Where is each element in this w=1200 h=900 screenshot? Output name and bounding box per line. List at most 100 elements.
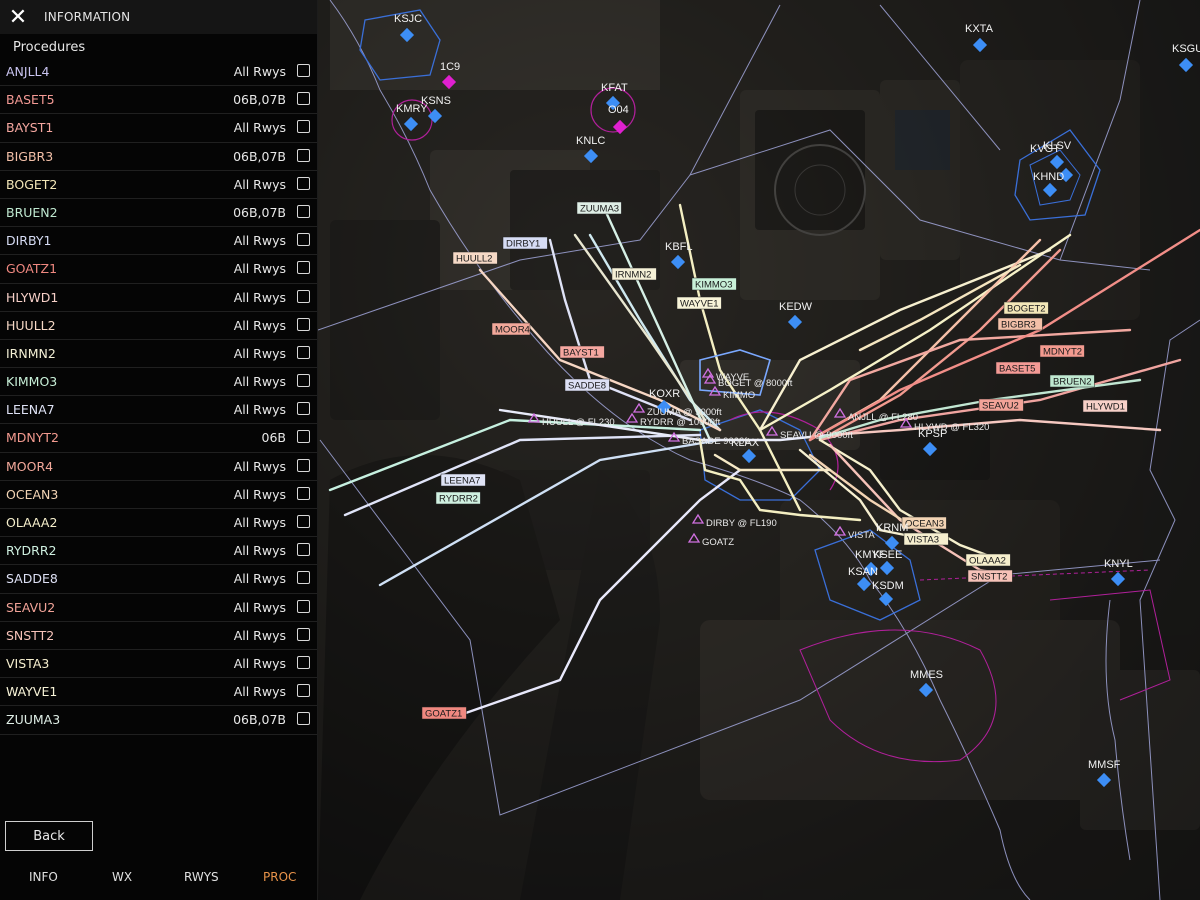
procedure-row[interactable]: BOGET2 All Rwys [0,171,317,199]
procedure-checkbox[interactable] [297,430,310,444]
route-tag[interactable]: MDNYT2 [1039,344,1085,358]
airport-label: KLSV [1043,140,1072,152]
route-tag[interactable]: RYDRR2 [435,491,481,505]
route-tag[interactable]: BIGBR3 [997,317,1043,331]
procedure-checkbox[interactable] [297,204,310,218]
procedure-row[interactable]: MDNYT2 06B [0,424,317,453]
procedure-checkbox[interactable] [297,655,310,669]
procedure-checkbox[interactable] [297,515,310,528]
procedure-checkbox[interactable] [297,120,310,134]
procedure-checkbox[interactable] [297,148,310,162]
route-tag[interactable]: SEAVU2 [978,398,1024,412]
route-tag[interactable]: WAYVE1 [676,296,722,310]
procedure-row[interactable]: RYDRR2 All Rwys [0,537,317,566]
procedure-runways: 06B,07B [233,92,286,108]
procedure-row[interactable]: BIGBR3 06B,07B [0,143,317,171]
procedure-checkbox[interactable] [297,64,310,77]
route-tag[interactable]: LEENA7 [440,473,486,487]
procedure-row[interactable]: WAYVE1 All Rwys [0,678,317,707]
procedure-checkbox[interactable] [297,261,310,275]
route-tag[interactable]: BOGET2 [1003,301,1049,315]
procedure-row[interactable]: HUULL2 All Rwys [0,312,317,340]
route-tag[interactable]: ZUUMA3 [576,201,622,215]
procedure-checkbox[interactable] [297,599,310,613]
procedure-row[interactable]: ANJLL4 All Rwys [0,58,317,87]
waypoint[interactable]: SEAVU @ 9000ft [765,425,853,441]
procedure-checkbox[interactable] [297,712,310,726]
procedure-row[interactable]: KIMMO3 All Rwys [0,368,317,397]
route-tag[interactable]: IRNMN2 [611,267,657,281]
procedure-row[interactable]: SNSTT2 All Rwys [0,622,317,650]
route-tag-label: LEENA7 [444,476,480,487]
route-tag[interactable]: SNSTT2 [967,569,1013,583]
procedure-checkbox[interactable] [297,289,310,303]
procedure-checkbox[interactable] [297,684,310,698]
waypoint-label: GOATZ [702,537,734,548]
procedure-name: MDNYT2 [6,430,59,446]
procedure-row[interactable]: GOATZ1 All Rwys [0,255,317,284]
procedure-row[interactable]: MOOR4 All Rwys [0,453,317,481]
route-tag[interactable]: BAYST1 [559,345,605,359]
waypoint[interactable]: DIRBY @ FL190 [691,513,777,529]
procedure-name: ZUUMA3 [6,712,61,728]
waypoint[interactable]: RYDRR @ 10000ft [625,412,721,428]
procedure-row[interactable]: DIRBY1 All Rwys [0,227,317,256]
route-tag[interactable]: KIMMO3 [691,277,737,291]
procedure-checkbox[interactable] [297,374,310,388]
map-view[interactable]: ZUUMA3 DIRBY1 HUULL2 IRNMN2 KIMMO3 WAYVE1 MOOR… [318,0,1200,900]
procedure-checkbox[interactable] [297,402,310,416]
tab-proc[interactable]: PROC [263,870,296,884]
procedure-checkbox[interactable] [297,627,310,641]
procedure-row[interactable]: SEAVU2 All Rwys [0,594,317,622]
procedure-runways: All Rwys [233,261,286,277]
procedure-checkbox[interactable] [297,458,310,472]
route-tag[interactable]: OLAAA2 [965,553,1011,567]
procedure-row[interactable]: OCEAN3 All Rwys [0,481,317,509]
route-tag[interactable]: OCEAN3 [901,516,947,530]
procedure-checkbox[interactable] [297,345,310,359]
procedure-row[interactable]: ZUUMA3 06B,07B [0,706,317,735]
procedure-row[interactable]: BRUEN2 06B,07B [0,199,317,228]
route-tag-label: OLAAA2 [969,556,1006,567]
route-tag[interactable]: SADDE8 [564,378,610,392]
procedure-checkbox[interactable] [297,233,310,247]
close-icon[interactable]: ✕ [2,0,34,34]
procedure-checkbox[interactable] [297,317,310,331]
route-tag[interactable]: BASET5 [995,361,1041,375]
procedure-checkbox[interactable] [297,92,310,106]
procedure-row[interactable]: OLAAA2 All Rwys [0,509,317,538]
waypoint[interactable]: ZUUMA @ 9000ft [632,402,722,418]
route-tag[interactable]: BRUEN2 [1049,374,1095,388]
waypoint[interactable]: HUULL @ FL230 [527,412,615,428]
procedure-checkbox[interactable] [297,176,310,190]
waypoint[interactable]: BASADE 9000ft [667,431,750,447]
section-title: Procedures [13,40,86,55]
tab-wx[interactable]: WX [112,870,132,884]
tab-rwys[interactable]: RWYS [184,870,219,884]
route-tag[interactable]: HUULL2 [452,251,498,265]
airport-label: KSGU [1172,43,1200,55]
back-button[interactable]: Back [5,821,93,851]
procedure-row[interactable]: SADDE8 All Rwys [0,565,317,594]
procedure-name: HUULL2 [6,317,56,333]
waypoint[interactable]: BOGET @ 8000ft [703,373,793,389]
procedure-runways: All Rwys [233,458,286,474]
procedure-checkbox[interactable] [297,543,310,557]
procedure-row[interactable]: VISTA3 All Rwys [0,650,317,679]
procedure-row[interactable]: HLYWD1 All Rwys [0,284,317,312]
procedure-checkbox[interactable] [297,571,310,585]
map-canvas[interactable]: ZUUMA3 DIRBY1 HUULL2 IRNMN2 KIMMO3 WAYVE1 MOOR… [318,0,1200,900]
route-tag[interactable]: MOOR4 [491,322,531,336]
procedure-row[interactable]: BASET5 06B,07B [0,86,317,115]
route-tag[interactable]: HLYWD1 [1082,399,1128,413]
route-tag[interactable]: DIRBY1 [502,236,548,250]
procedure-row[interactable]: BAYST1 All Rwys [0,114,317,143]
route-tag[interactable]: GOATZ1 [421,706,467,720]
tab-info[interactable]: INFO [29,870,58,884]
waypoint-label: HUULL @ FL230 [542,417,615,428]
procedure-row[interactable]: LEENA7 All Rwys [0,396,317,425]
waypoint[interactable]: HLYWD @ FL320 [899,417,989,433]
procedure-checkbox[interactable] [297,486,310,500]
procedure-row[interactable]: IRNMN2 All Rwys [0,340,317,369]
route-tag[interactable]: VISTA3 [903,532,949,546]
